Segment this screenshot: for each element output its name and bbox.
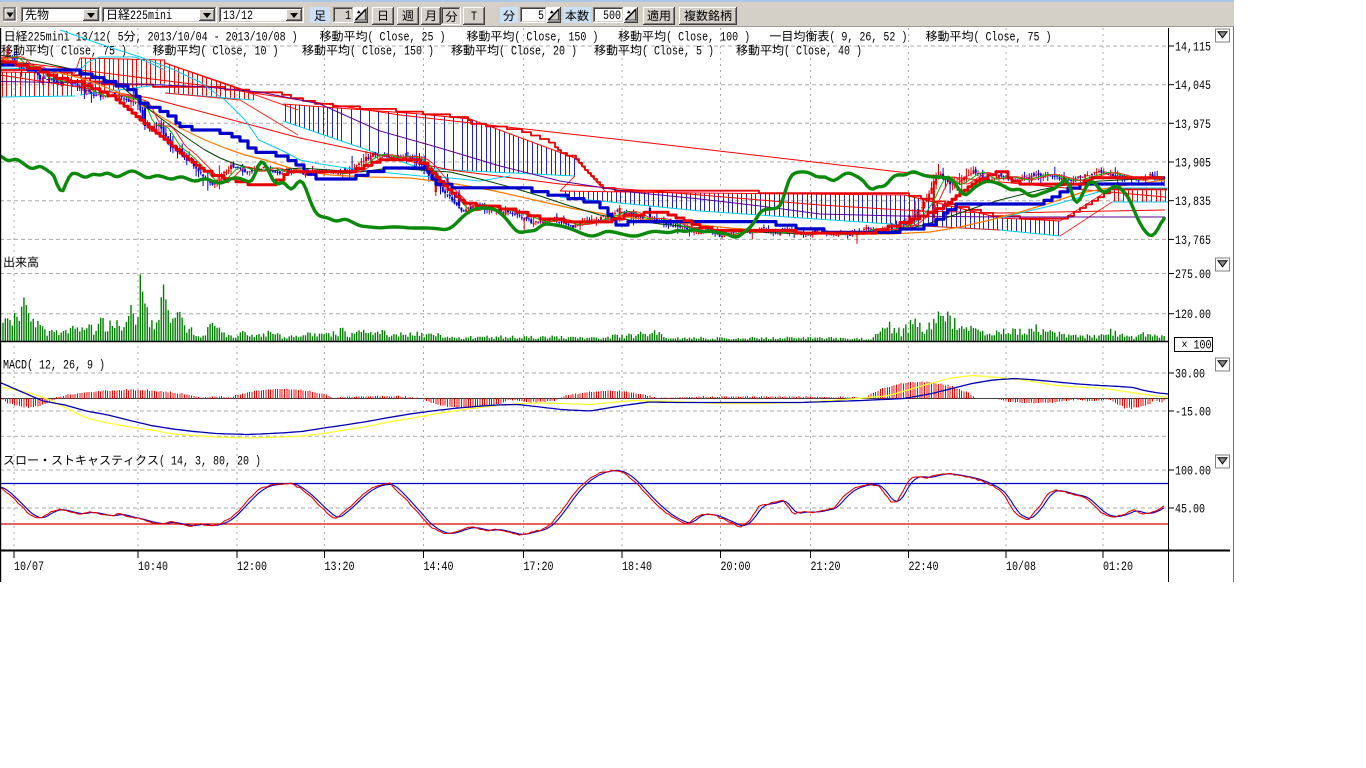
svg-text:500: 500 <box>603 8 621 23</box>
svg-text:, 2013/10/04 - 2013/10/08 ): , 2013/10/04 - 2013/10/08 ) <box>136 30 298 45</box>
svg-text:13,905: 13,905 <box>1175 156 1211 171</box>
svg-text:( Close, 10 ): ( Close, 10 ) <box>201 44 279 59</box>
svg-text:T: T <box>471 9 477 24</box>
svg-text:17:20: 17:20 <box>524 559 554 574</box>
svg-text:× 100: × 100 <box>1182 338 1212 353</box>
svg-text:( Close, 40 ): ( Close, 40 ) <box>784 44 862 59</box>
svg-text:( 9, 26, 52 ): ( 9, 26, 52 ) <box>829 30 907 45</box>
svg-text:01:20: 01:20 <box>1103 559 1133 574</box>
svg-text:100.00: 100.00 <box>1175 464 1211 479</box>
svg-text:12:00: 12:00 <box>237 559 267 574</box>
svg-text:( Close, 150 ): ( Close, 150 ) <box>514 30 598 45</box>
svg-text:1: 1 <box>345 8 351 23</box>
svg-text:13,835: 13,835 <box>1175 194 1211 209</box>
svg-text:14:40: 14:40 <box>424 559 454 574</box>
svg-text:( Close, 100 ): ( Close, 100 ) <box>666 30 750 45</box>
svg-text:14,045: 14,045 <box>1175 78 1211 93</box>
svg-text:10/07: 10/07 <box>14 559 44 574</box>
svg-text:20:00: 20:00 <box>721 559 751 574</box>
svg-text:( 14, 3, 80, 20 ): ( 14, 3, 80, 20 ) <box>159 454 261 469</box>
svg-text:5: 5 <box>538 8 544 23</box>
svg-text:MACD( 12, 26, 9 ): MACD( 12, 26, 9 ) <box>3 358 105 373</box>
svg-text:22:40: 22:40 <box>909 559 939 574</box>
svg-text:13:20: 13:20 <box>325 559 355 574</box>
svg-text:( Close, 20 ): ( Close, 20 ) <box>499 44 577 59</box>
svg-text:225mini: 225mini <box>130 8 172 23</box>
svg-text:13,765: 13,765 <box>1175 233 1211 248</box>
svg-text:-15.00: -15.00 <box>1175 405 1211 420</box>
svg-text:13,975: 13,975 <box>1175 117 1211 132</box>
svg-text:( Close, 150 ): ( Close, 150 ) <box>350 44 434 59</box>
svg-text:18:40: 18:40 <box>622 559 652 574</box>
svg-text:10:40: 10:40 <box>138 559 168 574</box>
svg-text:( Close, 25 ): ( Close, 25 ) <box>368 30 446 45</box>
svg-text:13/12: 13/12 <box>223 8 253 23</box>
svg-text:10/08: 10/08 <box>1006 559 1036 574</box>
svg-text:275.00: 275.00 <box>1175 267 1211 282</box>
svg-text:21:20: 21:20 <box>811 559 841 574</box>
svg-text:14,115: 14,115 <box>1175 40 1211 55</box>
svg-text:( Close, 5 ): ( Close, 5 ) <box>642 44 714 59</box>
svg-text:30.00: 30.00 <box>1175 367 1205 382</box>
svg-text:225mini 13/12( 5: 225mini 13/12( 5 <box>28 30 124 45</box>
svg-text:( Close, 75 ): ( Close, 75 ) <box>49 44 127 59</box>
svg-text:120.00: 120.00 <box>1175 307 1211 322</box>
svg-text:( Close, 75 ): ( Close, 75 ) <box>974 30 1052 45</box>
svg-text:45.00: 45.00 <box>1175 502 1205 517</box>
